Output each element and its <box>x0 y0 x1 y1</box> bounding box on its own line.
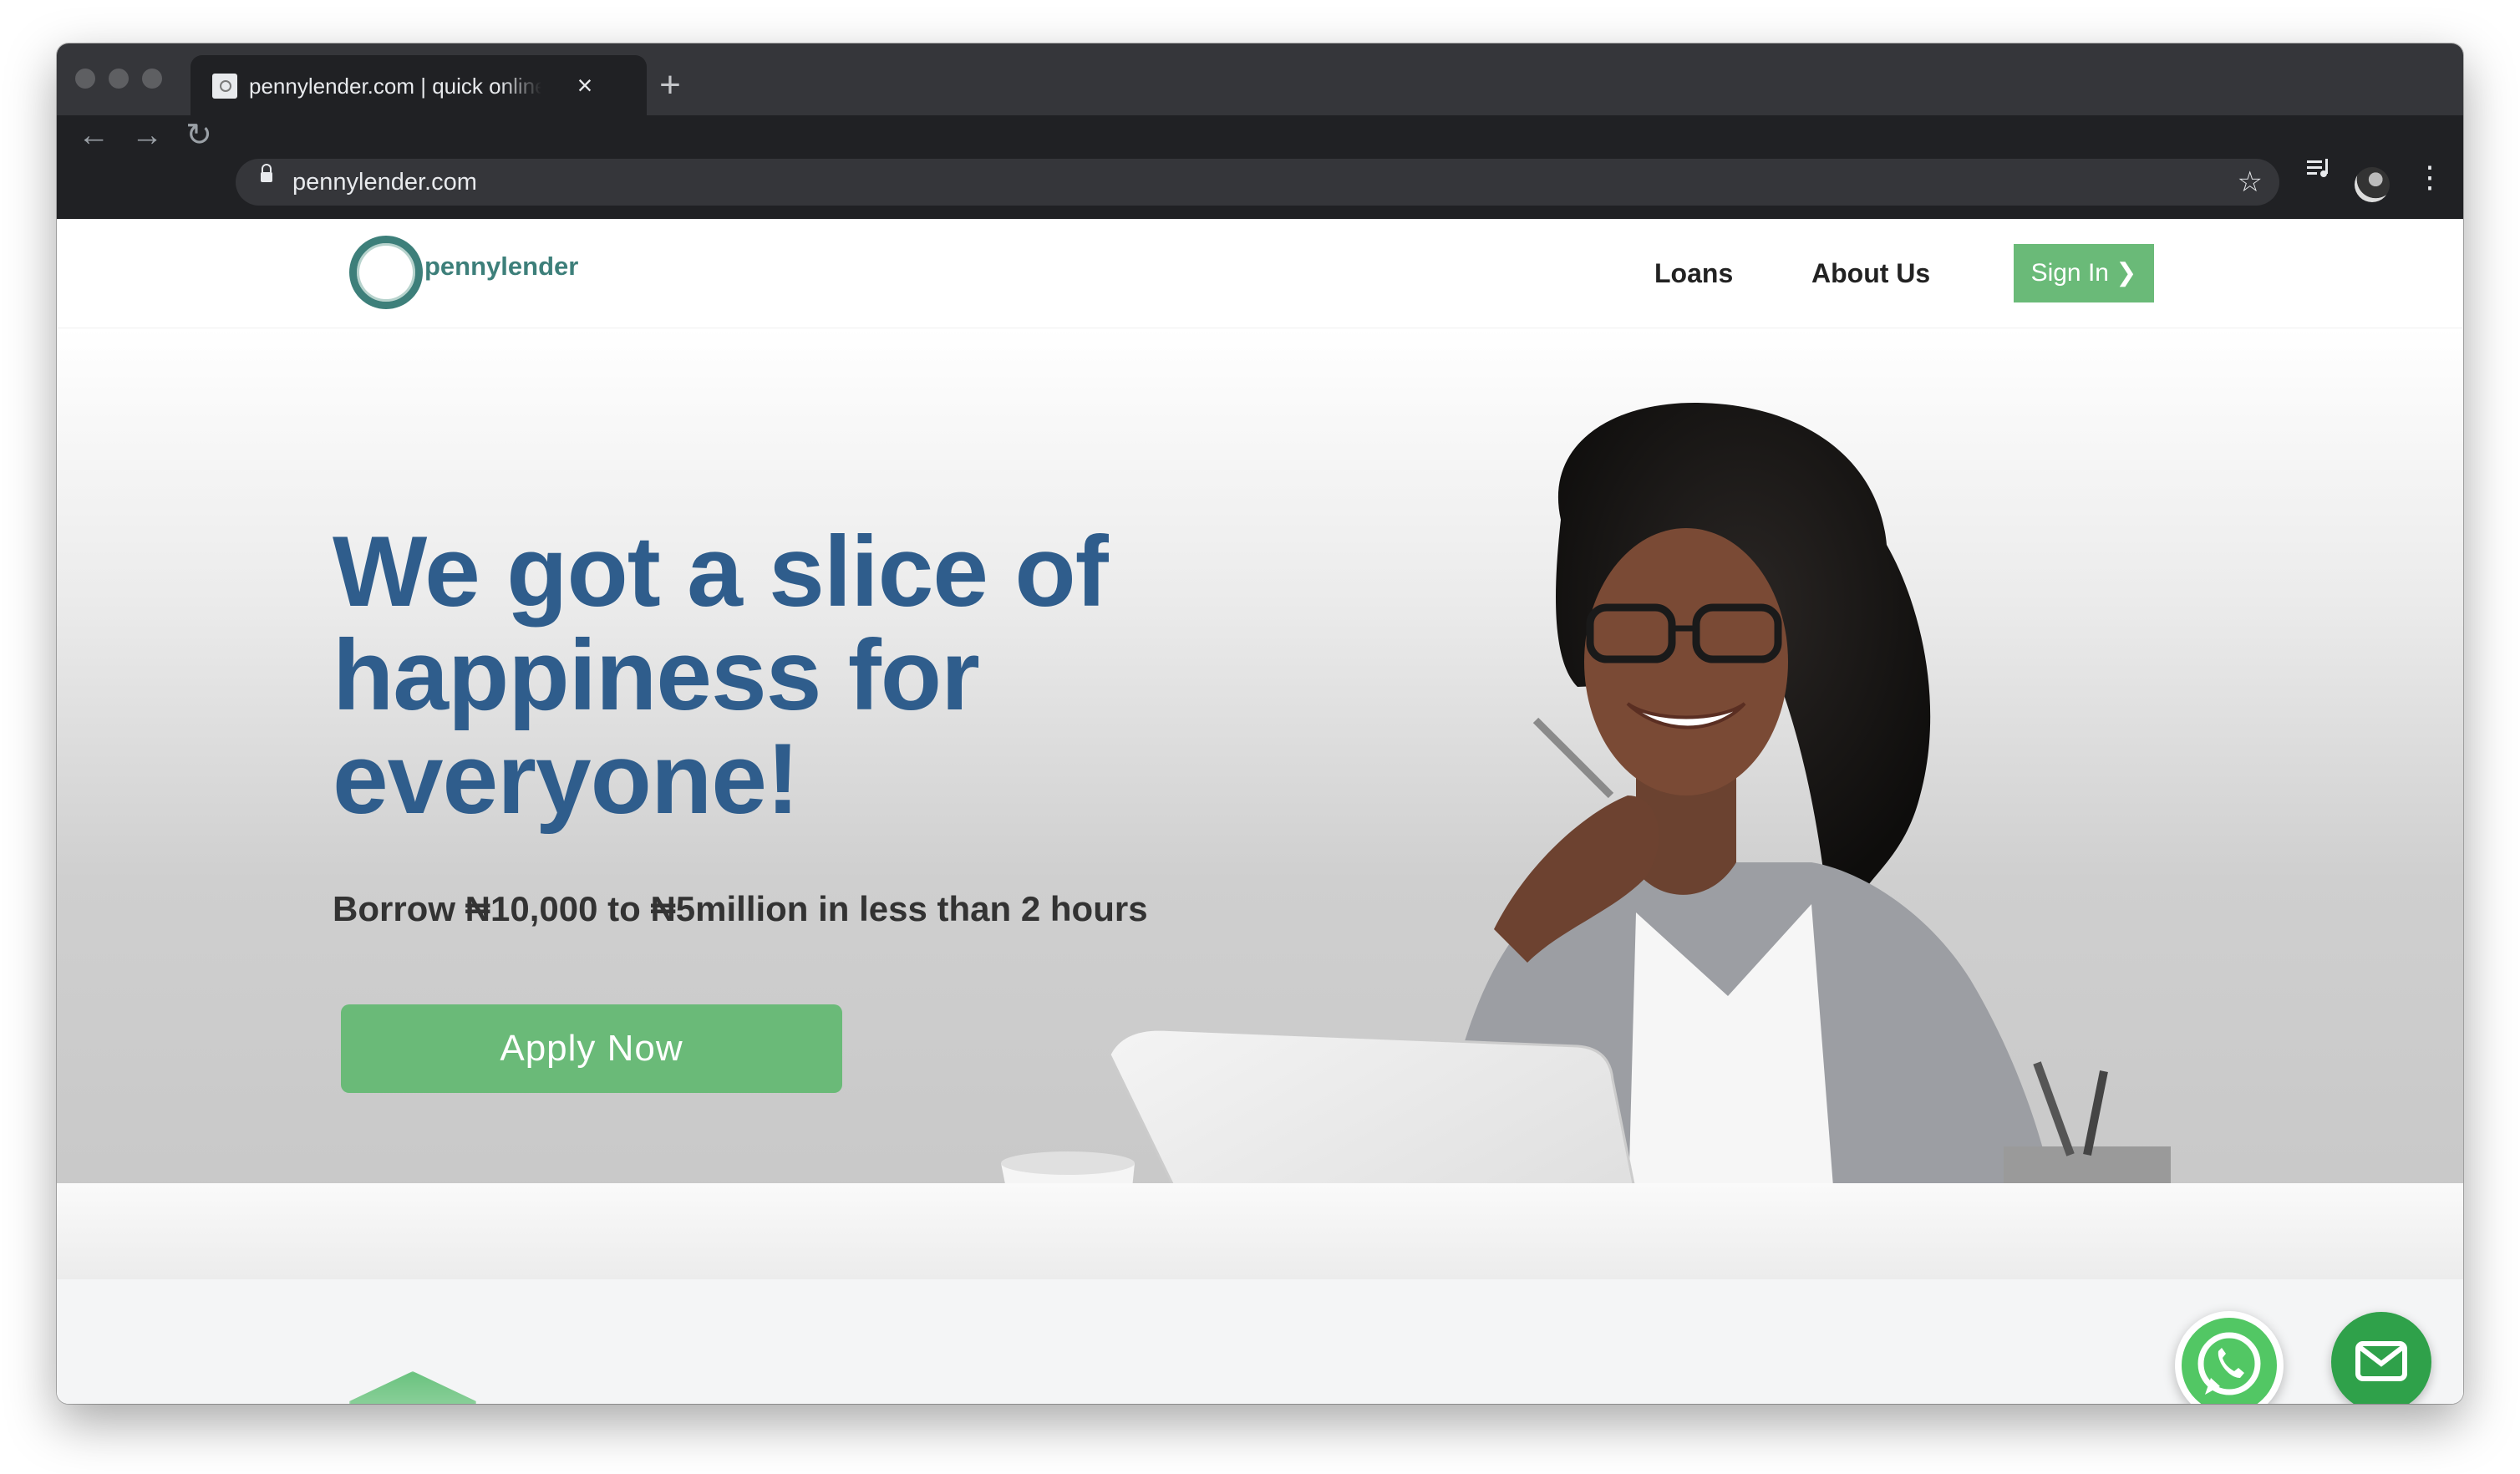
window-close-control[interactable] <box>75 69 95 89</box>
tab-strip: pennylender.com | quick online loans × + <box>57 43 2463 115</box>
favicon-icon <box>212 74 237 99</box>
window-minimize-control[interactable] <box>109 69 129 89</box>
hero-headline: We got a slice of happiness for everyone… <box>333 516 1109 835</box>
logo-text[interactable]: pennylender <box>424 251 578 282</box>
back-button[interactable]: ← <box>74 115 114 155</box>
logo-ring-icon[interactable] <box>349 236 423 309</box>
apply-now-button[interactable]: Apply Now <box>341 1004 842 1093</box>
forward-button[interactable]: → <box>127 115 167 155</box>
sign-in-button[interactable]: Sign In ❯ <box>2014 244 2154 302</box>
url-text: pennylender.com <box>292 169 477 196</box>
browser-tab[interactable]: pennylender.com | quick online loans × <box>191 55 647 115</box>
nav-link-loans[interactable]: Loans <box>1654 256 1733 291</box>
kebab-menu-icon[interactable]: ⋮ <box>2410 155 2450 199</box>
nav-link-about-us[interactable]: About Us <box>1811 256 1930 291</box>
bookmark-star-icon[interactable]: ☆ <box>2238 164 2263 201</box>
close-tab-icon[interactable]: × <box>568 69 602 102</box>
profile-avatar-icon[interactable] <box>2355 167 2390 202</box>
whatsapp-icon[interactable] <box>2175 1311 2284 1404</box>
hero-subheadline: Borrow ₦10,000 to ₦5million in less than… <box>333 889 1148 928</box>
reload-button[interactable]: ↻ <box>179 115 219 155</box>
media-control-icon[interactable] <box>2299 155 2340 199</box>
tab-title: pennylender.com | quick online loans <box>249 74 541 99</box>
new-tab-button[interactable]: + <box>650 67 690 107</box>
address-bar[interactable]: pennylender.com ☆ <box>236 159 2279 206</box>
lock-icon <box>261 164 272 182</box>
email-icon[interactable] <box>2331 1312 2431 1404</box>
page-viewport: pennylender Loans About Us Sign In ❯ We … <box>57 219 2463 1404</box>
site-header: pennylender Loans About Us Sign In ❯ <box>57 219 2463 328</box>
desk-surface <box>57 1183 2463 1279</box>
browser-window: pennylender.com | quick online loans × +… <box>57 43 2463 1404</box>
window-zoom-control[interactable] <box>142 69 162 89</box>
